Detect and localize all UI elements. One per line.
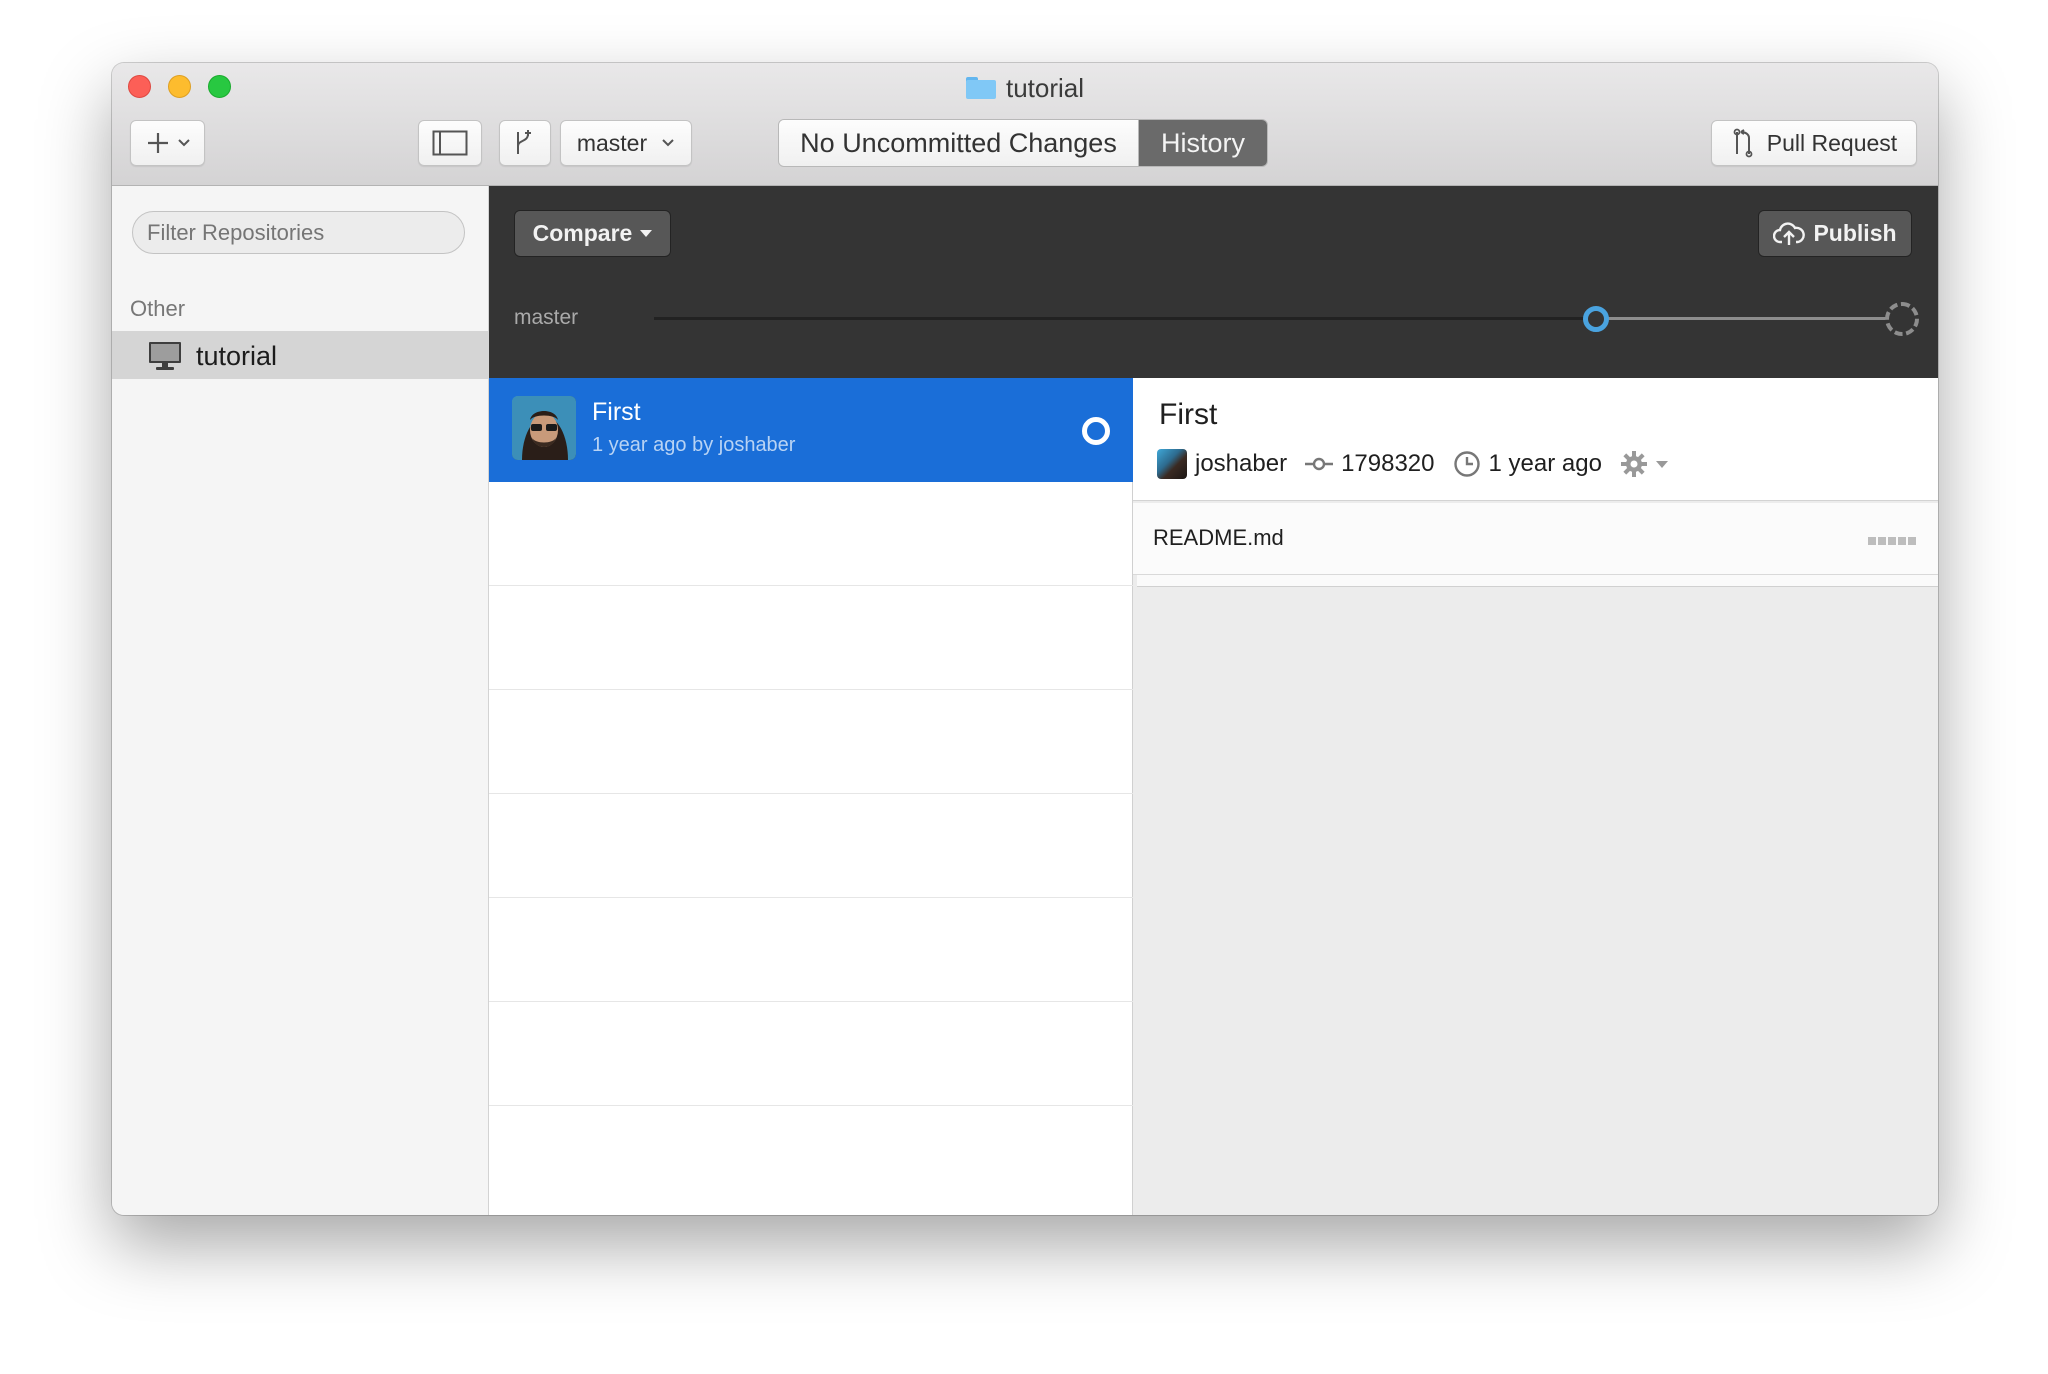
commit-title: First: [592, 398, 641, 426]
titlebar: tutorial master No Uncommitted Changes H…: [112, 63, 1938, 186]
commit-subtitle: 1 year ago by joshaber: [592, 434, 796, 456]
branch-select[interactable]: master: [560, 120, 692, 166]
timeline-head-marker[interactable]: [1885, 302, 1919, 336]
pull-request-icon: [1733, 128, 1753, 158]
commit-row-empty: [489, 898, 1133, 1002]
folder-icon: [965, 77, 996, 99]
commit-row-empty: [489, 690, 1133, 794]
add-repository-button[interactable]: [130, 120, 205, 166]
commit-detail-header: First joshaber 1798320 1 year ago: [1133, 378, 1938, 501]
caret-down-icon: [1655, 461, 1668, 468]
commit-selected-indicator-icon: [1082, 417, 1110, 445]
timeline-branch-label: master: [514, 306, 579, 329]
caret-down-icon: [640, 230, 653, 237]
compare-button[interactable]: Compare: [514, 210, 671, 257]
commit-sha[interactable]: 1798320: [1305, 450, 1435, 478]
clock-icon: [1453, 451, 1480, 477]
repository-sidebar: Other tutorial: [112, 186, 489, 1215]
avatar-portrait: [512, 396, 576, 460]
publish-label: Publish: [1813, 220, 1897, 246]
pull-request-button[interactable]: Pull Request: [1711, 120, 1917, 166]
timeline-commit-marker[interactable]: [1583, 306, 1609, 332]
commit-time-value: 1 year ago: [1488, 450, 1602, 477]
file-diff-placeholder: [1137, 575, 1938, 587]
filter-repositories-input[interactable]: [132, 211, 465, 254]
commit-meta: joshaber 1798320 1 year ago: [1157, 447, 1688, 481]
cloud-upload-icon: [1773, 221, 1806, 245]
tab-history[interactable]: History: [1139, 120, 1267, 166]
branch-select-label: master: [576, 129, 648, 156]
pull-request-label: Pull Request: [1766, 129, 1898, 156]
commit-author-name: joshaber: [1195, 450, 1288, 477]
sidebar-item-tutorial[interactable]: tutorial: [112, 331, 489, 379]
changed-file-row[interactable]: README.md: [1133, 503, 1938, 575]
commit-list: First 1 year ago by joshaber: [489, 378, 1133, 1215]
commit-detail-title: First: [1159, 398, 1218, 431]
tab-uncommitted-changes[interactable]: No Uncommitted Changes: [779, 120, 1139, 166]
commit-settings-menu[interactable]: [1620, 450, 1670, 478]
compare-label: Compare: [532, 220, 633, 246]
plus-icon: [147, 133, 168, 153]
window-title: tutorial: [112, 73, 1938, 103]
branch-icon: [517, 130, 531, 154]
new-branch-button[interactable]: [499, 120, 551, 166]
commit-icon: [1305, 457, 1334, 471]
monitor-icon: [149, 342, 181, 370]
avatar: [1157, 449, 1187, 479]
avatar: [512, 396, 576, 460]
view-segmented-control: No Uncommitted Changes History: [778, 119, 1268, 167]
commit-row-empty: [489, 1002, 1133, 1106]
commit-time: 1 year ago: [1453, 450, 1602, 478]
chevron-down-icon: [662, 139, 674, 147]
changed-file-name: README.md: [1153, 525, 1284, 550]
publish-button[interactable]: Publish: [1758, 210, 1912, 257]
commit-row-selected[interactable]: First 1 year ago by joshaber: [489, 378, 1133, 482]
sidebar-item-label: tutorial: [196, 341, 278, 371]
commit-detail-panel: First joshaber 1798320 1 year ago README…: [1133, 378, 1938, 1215]
gear-icon: [1620, 451, 1647, 477]
sidebar-section-heading: Other: [130, 296, 186, 321]
commit-row-empty: [489, 482, 1133, 586]
branch-bar: Compare Publish master: [489, 186, 1938, 378]
window-title-text: tutorial: [1005, 72, 1085, 103]
commit-author: joshaber: [1157, 449, 1287, 479]
app-window: tutorial master No Uncommitted Changes H…: [112, 63, 1938, 1215]
chevron-down-icon: [177, 139, 190, 147]
sidebar-icon: [432, 130, 468, 156]
commit-row-empty: [489, 794, 1133, 898]
commit-sha-value: 1798320: [1341, 450, 1435, 477]
diffstat-icon: [1868, 537, 1916, 545]
branch-timeline: [654, 317, 1594, 320]
commit-row-empty: [489, 586, 1133, 690]
branch-timeline-unpushed: [1606, 317, 1891, 320]
toggle-sidebar-button[interactable]: [418, 120, 482, 166]
